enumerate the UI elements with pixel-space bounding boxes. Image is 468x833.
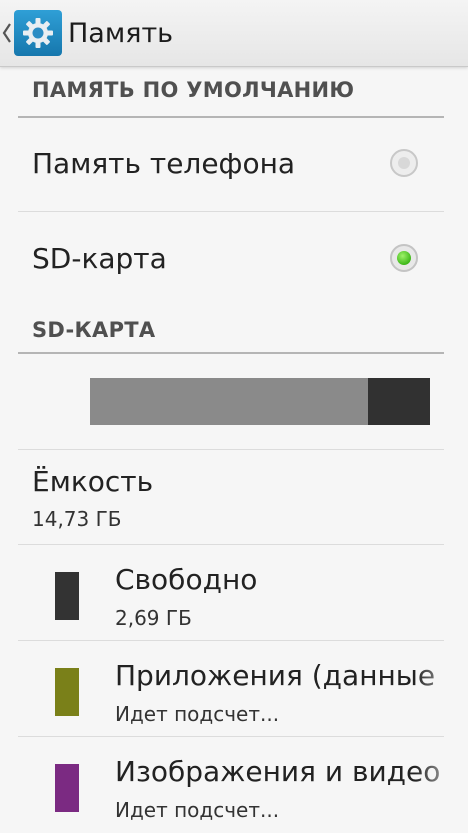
section-header-label: SD-КАРТА — [32, 318, 156, 342]
storage-option-phone[interactable]: Память телефона — [0, 117, 468, 213]
storage-category-pictures-video[interactable]: Изображения и видео Идет подсчет... — [0, 737, 468, 833]
storage-category-free[interactable]: Свободно 2,69 ГБ — [0, 545, 468, 641]
radio-dot — [397, 251, 411, 265]
action-bar: Память — [0, 0, 468, 67]
capacity-title: Ёмкость — [32, 465, 154, 498]
section-header-sd-card: SD-КАРТА — [18, 308, 444, 354]
category-title: Свободно — [115, 563, 258, 596]
gear-icon — [23, 18, 53, 48]
radio-button-unchecked[interactable] — [390, 149, 418, 177]
storage-option-sd-card[interactable]: SD-карта — [0, 212, 468, 308]
radio-button-checked[interactable] — [390, 244, 418, 272]
category-title: Приложения (данные — [115, 659, 436, 692]
storage-option-label: Память телефона — [32, 147, 296, 180]
divider — [18, 449, 444, 450]
section-header-default-storage: ПАМЯТЬ ПО УМОЛЧАНИЮ — [18, 66, 444, 118]
category-color-swatch — [55, 764, 79, 812]
usage-bar-used-segment — [90, 378, 368, 425]
storage-usage-bar — [90, 378, 430, 425]
category-value: 2,69 ГБ — [115, 606, 192, 630]
category-value: Идет подсчет... — [115, 798, 280, 822]
page-title: Память — [68, 18, 174, 49]
capacity-value: 14,73 ГБ — [32, 507, 122, 531]
radio-dot — [398, 157, 410, 169]
usage-bar-free-segment — [367, 378, 430, 425]
settings-app-icon — [14, 10, 62, 56]
category-value: Идет подсчет... — [115, 702, 280, 726]
chevron-left-icon — [2, 23, 11, 43]
storage-category-apps[interactable]: Приложения (данные Идет подсчет... — [0, 641, 468, 737]
category-color-swatch — [55, 668, 79, 716]
section-header-label: ПАМЯТЬ ПО УМОЛЧАНИЮ — [32, 78, 355, 102]
up-button[interactable] — [0, 0, 64, 66]
category-title: Изображения и видео — [115, 755, 441, 788]
storage-option-label: SD-карта — [32, 242, 167, 275]
category-color-swatch — [55, 572, 79, 620]
